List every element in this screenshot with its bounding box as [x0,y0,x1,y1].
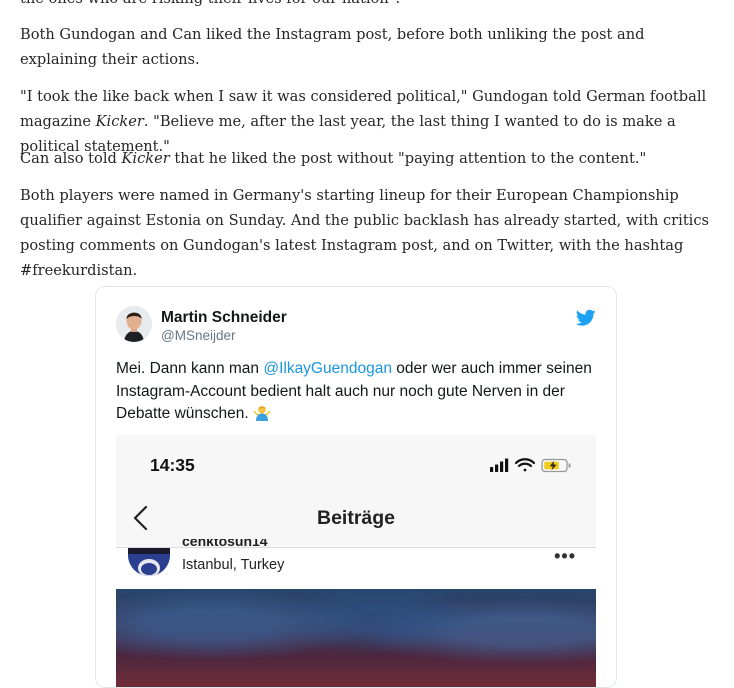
post-username[interactable]: cenktosun14 [182,539,292,548]
more-options-icon[interactable]: ••• [554,546,576,567]
avatar[interactable] [116,306,152,342]
wifi-icon [514,458,536,472]
post-avatar[interactable] [128,548,170,576]
article-paragraph-cut: the ones who are risking their lives for… [20,0,710,11]
battery-icon [541,458,571,473]
cellular-signal-icon [490,458,509,472]
post-location[interactable]: Istanbul, Turkey [182,557,284,573]
mention-link[interactable]: @IlkayGuendogan [263,360,392,377]
instagram-screenshot: 14:35 Beiträge cenktosun14 Istanbul, Tur… [116,435,596,687]
magazine-name: Kicker [121,150,170,167]
magazine-name: Kicker [95,113,144,130]
tweet-author-handle[interactable]: @MSneijder [161,328,235,343]
post-photo [116,589,596,687]
status-bar-icons [490,458,571,473]
status-bar-time: 14:35 [150,455,195,475]
tweet-text: Mei. Dann kann man @IlkayGuendogan oder … [116,360,592,422]
person-shrugging-emoji-icon [253,406,271,421]
article-paragraph-1: Both Gundogan and Can liked the Instagra… [20,26,645,68]
post-header: cenktosun14 Istanbul, Turkey ••• [116,539,596,590]
article-paragraph-4: Both players were named in Germany's sta… [20,187,710,279]
tweet-author-name[interactable]: Martin Schneider [161,309,287,327]
page-title: Beiträge [316,507,396,529]
embedded-tweet[interactable]: Martin Schneider @MSneijder Mei. Dann ka… [95,286,617,688]
article-paragraph-3: Can also told Kicker that he liked the p… [20,150,647,167]
twitter-bird-icon[interactable] [576,309,596,327]
